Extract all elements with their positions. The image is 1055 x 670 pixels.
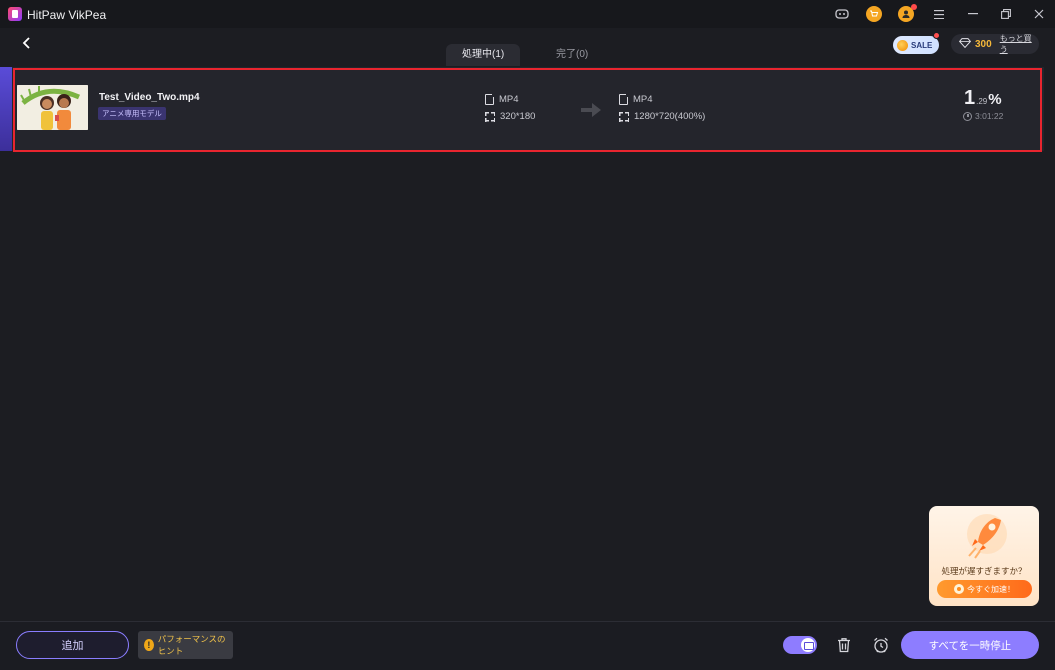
speed-up-promo-card[interactable]: 処理が遅すぎますか？ 今すぐ加速！ (929, 506, 1039, 606)
trash-icon[interactable] (835, 636, 853, 654)
speed-up-button[interactable]: 今すぐ加速！ (937, 580, 1032, 598)
sale-notification-dot (933, 32, 940, 39)
app-title: HitPaw VikPea (27, 8, 107, 22)
rocket-icon (967, 514, 1007, 559)
email-notify-toggle[interactable] (783, 636, 817, 654)
discord-icon[interactable] (834, 6, 850, 22)
highlight-box (13, 68, 1042, 152)
tab-processing[interactable]: 処理中(1) (446, 44, 521, 66)
close-icon[interactable] (1031, 6, 1047, 22)
speed-up-label: 今すぐ加速！ (967, 584, 1015, 594)
performance-tips-label: パフォーマンスのヒント (157, 634, 226, 656)
account-notification-dot (911, 4, 917, 10)
sale-badge[interactable]: SALE (893, 32, 940, 54)
title-bar: HitPaw VikPea (0, 0, 1055, 28)
chevron-left-icon (22, 37, 30, 49)
app-window: HitPaw VikPea 処理中(1) 完了(0) SALE 300 もっと買… (0, 0, 1055, 670)
coin-icon (897, 39, 908, 51)
credits-panel: 300 もっと買う (951, 34, 1039, 54)
tab-completed[interactable]: 完了(0) (540, 44, 604, 66)
speed-icon (954, 584, 964, 594)
promo-text: 処理が遅すぎますか？ (941, 566, 1027, 576)
task-selection-accent (0, 67, 12, 151)
back-button[interactable] (20, 36, 36, 52)
menu-icon[interactable] (931, 6, 947, 22)
restore-icon[interactable] (998, 6, 1014, 22)
pause-all-button[interactable]: すべてを一時停止 (901, 631, 1039, 659)
warning-icon: ! (144, 639, 154, 651)
cart-icon[interactable] (866, 6, 882, 22)
buy-more-link[interactable]: もっと買う (1000, 33, 1039, 55)
mail-icon (801, 638, 815, 652)
app-logo-icon (8, 7, 22, 21)
minimize-icon[interactable] (965, 6, 981, 22)
performance-tips-button[interactable]: ! パフォーマンスのヒント (138, 631, 233, 659)
add-button[interactable]: 追加 (16, 631, 129, 659)
sale-label: SALE (911, 40, 933, 50)
account-icon[interactable] (898, 4, 917, 22)
diamond-icon (958, 37, 972, 51)
credits-count: 300 (975, 38, 992, 50)
alarm-clock-icon[interactable] (872, 636, 890, 654)
